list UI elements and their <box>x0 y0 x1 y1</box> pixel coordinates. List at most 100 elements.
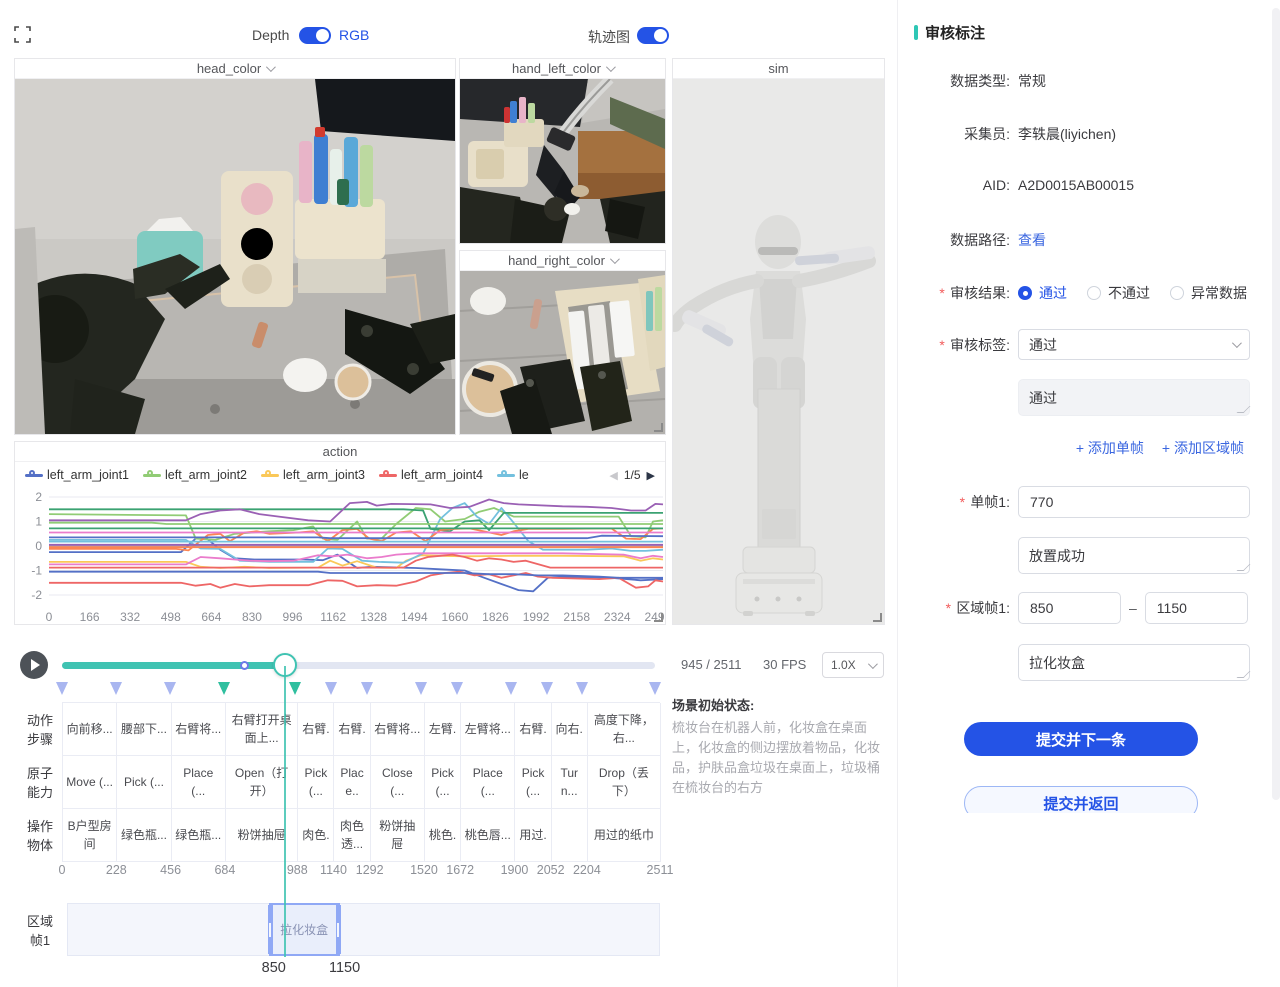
depth-toggle-label: Depth <box>252 27 289 43</box>
review-tag-label: * 审核标签: <box>898 335 1010 355</box>
svg-text:-1: -1 <box>31 564 42 578</box>
head-camera-image <box>15 79 455 434</box>
region-frame-block[interactable]: 拉化妆盒 <box>269 903 340 956</box>
single-frame-marker-dot[interactable] <box>240 661 249 670</box>
legend-item[interactable]: left_arm_joint2 <box>143 468 247 482</box>
chart-legend: left_arm_joint1 left_arm_joint2 left_arm… <box>15 462 665 488</box>
submit-next-button[interactable]: 提交并下一条 <box>964 722 1198 756</box>
step-boundary-marker[interactable] <box>218 682 230 695</box>
legend-item[interactable]: left_arm_joint4 <box>379 468 483 482</box>
required-asterisk: * <box>945 600 950 616</box>
camera-panel-hand-left: hand_left_color <box>459 58 666 244</box>
svg-text:2: 2 <box>35 490 42 504</box>
field-data-type: 数据类型: 常规 <box>898 71 1280 91</box>
review-result-radio[interactable] <box>1087 286 1101 300</box>
step-table-cell: 桃色. <box>425 809 461 862</box>
speed-select[interactable]: 1.0X <box>822 652 884 678</box>
step-table-cell: Close (... <box>371 756 425 809</box>
trajectory-toggle[interactable] <box>637 27 669 44</box>
step-boundary-marker[interactable] <box>361 682 373 695</box>
review-result-radio[interactable] <box>1170 286 1184 300</box>
step-boundary-marker[interactable] <box>649 682 661 695</box>
step-boundary-marker[interactable] <box>576 682 588 695</box>
fullscreen-icon[interactable] <box>14 26 31 43</box>
step-table-cell: 右臂将... <box>172 703 226 756</box>
step-boundary-marker[interactable] <box>164 682 176 695</box>
x-tick-label: 0 <box>46 610 53 624</box>
resize-grip-icon[interactable] <box>1237 671 1251 678</box>
region-block-label: 拉化妆盒 <box>280 921 328 938</box>
frame-axis-label: 1292 <box>356 863 384 877</box>
add-single-frame-link[interactable]: + 添加单帧 <box>1076 438 1144 458</box>
legend-next-icon[interactable]: ▶ <box>647 469 655 482</box>
x-tick-label: 1660 <box>442 610 469 624</box>
region-frame-note-textarea[interactable]: 拉化妆盒 <box>1018 644 1250 681</box>
panel-scrollbar[interactable] <box>1272 8 1280 800</box>
step-boundary-marker[interactable] <box>110 682 122 695</box>
review-result-radio[interactable] <box>1018 286 1032 300</box>
region-start-handle[interactable] <box>268 905 273 954</box>
legend-marker-icon <box>25 471 43 479</box>
view-link[interactable]: 查看 <box>1018 230 1046 250</box>
step-boundary-marker[interactable] <box>325 682 337 695</box>
frame-axis-label: 2204 <box>573 863 601 877</box>
region-start-value: 850 <box>262 960 286 976</box>
x-tick-label: 1826 <box>482 610 509 624</box>
frame-axis-label: 1140 <box>320 863 347 877</box>
radio-option-label[interactable]: 异常数据 <box>1191 283 1247 303</box>
legend-item[interactable]: le <box>497 468 529 482</box>
radio-option-label[interactable]: 不通过 <box>1108 283 1150 303</box>
resize-grip-icon[interactable] <box>1237 564 1251 571</box>
panel-resize-handle[interactable] <box>654 423 663 432</box>
region-frame-track[interactable]: 拉化妆盒 <box>67 903 660 956</box>
panel-resize-handle[interactable] <box>873 613 882 622</box>
chevron-down-icon <box>610 254 620 264</box>
submit-return-button[interactable]: 提交并返回 <box>964 786 1198 813</box>
region-start-input[interactable]: 850 <box>1018 592 1121 624</box>
radio-option-label[interactable]: 通过 <box>1039 283 1067 303</box>
step-table-cell: 向前移... <box>63 703 117 756</box>
add-frame-links: + 添加单帧 + 添加区域帧 <box>1076 438 1244 458</box>
region-end-handle[interactable] <box>336 905 341 954</box>
x-tick-label: 2158 <box>563 610 590 624</box>
field-data-path: 数据路径: 查看 <box>898 230 1280 250</box>
single-frame-note-textarea[interactable]: 放置成功 <box>1018 537 1250 574</box>
step-boundary-marker[interactable] <box>451 682 463 695</box>
step-table-cell: Pick (... <box>298 756 334 809</box>
x-tick-label: 332 <box>120 610 140 624</box>
region-end-input[interactable]: 1150 <box>1145 592 1248 624</box>
aid-label: AID: <box>898 177 1010 193</box>
field-review-tag: * 审核标签: 通过 <box>898 329 1280 360</box>
step-table-cell: 右臂. <box>298 703 334 756</box>
step-boundary-marker[interactable] <box>541 682 553 695</box>
field-aid: AID: A2D0015AB00015 <box>898 177 1280 193</box>
camera-select-hand-left[interactable]: hand_left_color <box>460 59 665 79</box>
depth-rgb-toggle[interactable] <box>299 27 331 44</box>
frame-counter: 945 / 2511 <box>681 657 741 672</box>
camera-select-head[interactable]: head_color <box>15 59 455 79</box>
step-table-cell: 用过的纸巾 <box>588 809 661 862</box>
review-panel-title: 审核标注 <box>914 22 985 43</box>
play-button[interactable] <box>20 651 48 679</box>
resize-grip-icon[interactable] <box>1237 406 1251 413</box>
x-tick-label: 830 <box>242 610 262 624</box>
chevron-down-icon <box>266 62 276 72</box>
step-boundary-marker[interactable] <box>415 682 427 695</box>
add-region-frame-link[interactable]: + 添加区域帧 <box>1162 438 1244 458</box>
camera-select-hand-right[interactable]: hand_right_color <box>460 251 665 271</box>
tag-note-textarea[interactable]: 通过 <box>1018 379 1250 416</box>
step-boundary-marker[interactable] <box>56 682 68 695</box>
single-frame-input[interactable]: 770 <box>1018 486 1250 518</box>
panel-resize-handle[interactable] <box>654 613 663 622</box>
step-table-cell: 粉饼抽屉 <box>371 809 425 862</box>
step-boundary-marker[interactable] <box>289 682 301 695</box>
playback-slider[interactable] <box>62 662 655 669</box>
joint-trajectory-chart[interactable]: 210-1-2 <box>15 488 665 604</box>
review-tag-select[interactable]: 通过 <box>1018 329 1250 360</box>
x-tick-label: 2324 <box>604 610 631 624</box>
legend-item[interactable]: left_arm_joint1 <box>25 468 129 482</box>
review-panel: 审核标注 数据类型: 常规 采集员: 李轶晨(liyichen) AID: A2… <box>897 0 1280 987</box>
legend-item[interactable]: left_arm_joint3 <box>261 468 365 482</box>
step-boundary-marker[interactable] <box>505 682 517 695</box>
legend-prev-icon[interactable]: ◀ <box>609 469 617 482</box>
